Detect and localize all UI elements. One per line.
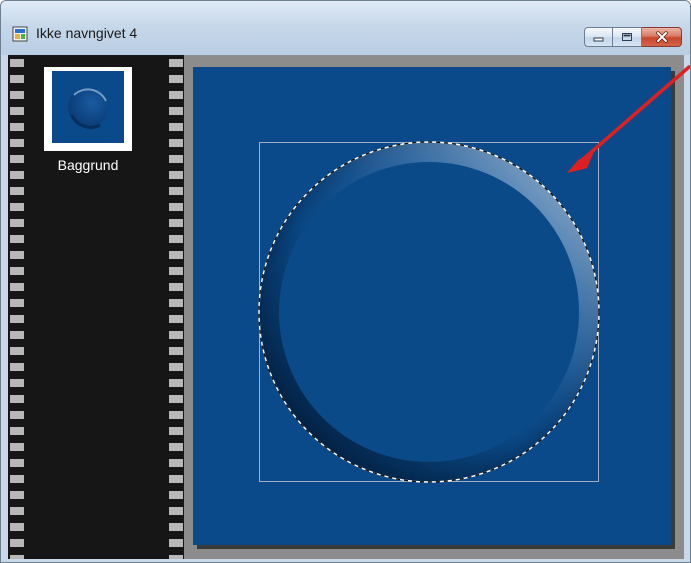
circle-selection[interactable] [193,67,671,545]
film-sprockets-right [169,55,183,559]
caption-buttons [584,27,682,47]
window-title: Ikke navngivet 4 [36,25,138,41]
minimize-button[interactable] [584,27,613,47]
close-icon [655,31,668,43]
window-client-area: Baggrund [8,55,684,559]
image-window: Ikke navngivet 4 Baggrund [0,0,691,563]
maximize-icon [622,33,632,41]
layer-label: Baggrund [57,157,119,173]
maximize-button[interactable] [613,27,642,47]
layer-thumbnail[interactable] [44,67,132,151]
layer-item-baggrund[interactable]: Baggrund [42,65,160,197]
layer-filmstrip: Baggrund [8,55,184,559]
palette-separator [184,55,193,559]
film-sprockets-left [10,55,24,559]
minimize-icon [593,37,603,42]
image-canvas[interactable] [193,67,671,545]
title-bar[interactable]: Ikke navngivet 4 [1,1,690,55]
image-document-icon [12,26,28,42]
close-button[interactable] [642,27,682,47]
